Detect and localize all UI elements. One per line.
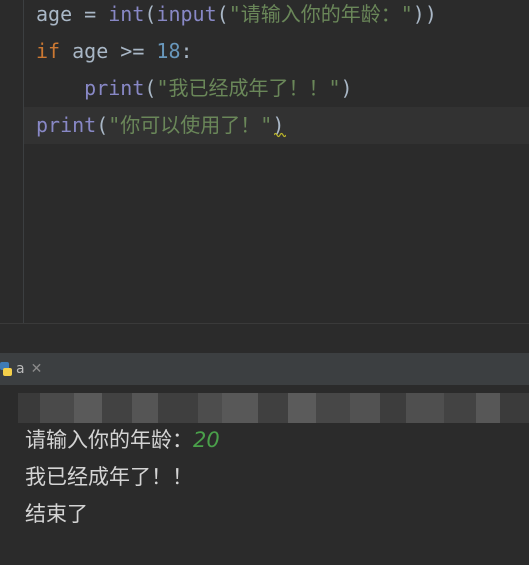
string-literal: "我已经成年了！！" [156, 76, 341, 100]
builtin-print: print [36, 113, 97, 137]
string-literal: "请输入你的年龄：" [228, 2, 413, 26]
console-prompt-line: 请输入你的年龄：20 [25, 422, 220, 459]
paren: ( [144, 76, 157, 100]
code-editor[interactable]: age = int(input("请输入你的年龄：")) if age >= 1… [0, 0, 529, 323]
paren: ( [144, 2, 157, 26]
run-console[interactable]: 请输入你的年龄：20 我已经成年了！！ 结束了 [0, 385, 529, 565]
console-prompt: 请输入你的年龄： [25, 428, 193, 452]
code-text: : [180, 39, 193, 63]
run-tab-bar: a ✕ [0, 353, 529, 385]
gutter-separator [23, 0, 24, 323]
number-literal: 18 [156, 39, 181, 63]
builtin-input: input [156, 2, 217, 26]
python-icon [0, 362, 12, 376]
close-icon[interactable]: ✕ [31, 361, 43, 377]
builtin-print: print [84, 76, 145, 100]
paren: )) [412, 2, 437, 26]
paren: ) [340, 76, 353, 100]
run-tab[interactable]: a ✕ [0, 353, 52, 385]
command-line-pixelated [18, 393, 529, 423]
paren: ( [216, 2, 229, 26]
console-user-input: 20 [193, 428, 220, 452]
builtin-int: int [108, 2, 145, 26]
run-tab-label: a [16, 361, 25, 377]
paren: ( [96, 113, 109, 137]
console-output-line: 结束了 [25, 502, 88, 526]
code-line-4-current[interactable]: print("你可以使用了！") [24, 107, 529, 144]
code-line-2[interactable]: if age >= 18: [36, 33, 193, 70]
string-literal: "你可以使用了！" [108, 113, 273, 137]
panel-splitter[interactable] [0, 323, 529, 354]
code-line-1[interactable]: age = int(input("请输入你的年龄：")) [36, 0, 437, 33]
code-line-3[interactable]: print("我已经成年了！！") [36, 70, 353, 107]
code-text: age = [36, 2, 109, 26]
code-text: age >= [60, 39, 157, 63]
keyword-if: if [36, 39, 61, 63]
warning-squiggle-icon [274, 132, 287, 138]
console-output-line: 我已经成年了！！ [25, 465, 193, 489]
